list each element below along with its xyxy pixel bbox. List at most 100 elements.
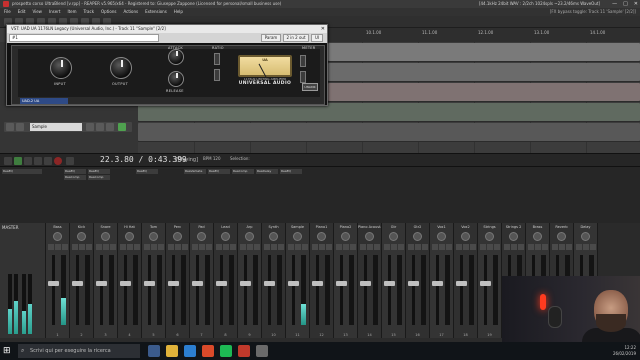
solo-button[interactable]	[559, 244, 565, 250]
fx-button[interactable]	[350, 244, 356, 250]
fx-button[interactable]	[230, 244, 236, 250]
pan-knob[interactable]	[173, 232, 182, 241]
fader-handle[interactable]	[192, 281, 203, 287]
fx-button[interactable]	[206, 244, 212, 250]
repeat-icon[interactable]	[66, 157, 74, 165]
attack-knob[interactable]	[168, 49, 184, 65]
pan-knob[interactable]	[581, 232, 590, 241]
pan-knob[interactable]	[389, 232, 398, 241]
channel-strip[interactable]: Vox2 18	[454, 223, 478, 338]
fx-slot[interactable]: ReaComp	[64, 175, 86, 180]
fader-track[interactable]	[436, 255, 439, 325]
fx-button[interactable]	[326, 244, 332, 250]
mute-button[interactable]	[144, 244, 150, 250]
pan-knob[interactable]	[317, 232, 326, 241]
channel-strip[interactable]: Tom 5	[142, 223, 166, 338]
fader-track[interactable]	[340, 255, 343, 325]
mute-solo-buttons[interactable]	[144, 244, 164, 250]
pan-knob[interactable]	[245, 232, 254, 241]
menu-extensions[interactable]: Extensions	[145, 8, 167, 16]
fx-button[interactable]	[158, 244, 164, 250]
fader-track[interactable]	[484, 255, 487, 325]
channel-strip[interactable]: Kick 2	[70, 223, 94, 338]
pan-knob[interactable]	[557, 232, 566, 241]
ratio-switch[interactable]	[214, 53, 220, 65]
fx-button[interactable]	[566, 244, 572, 250]
fader-track[interactable]	[100, 255, 103, 325]
menu-file[interactable]: File	[4, 8, 11, 16]
param-button[interactable]: Param	[261, 34, 281, 42]
fader-handle[interactable]	[96, 281, 107, 287]
mute-solo-buttons[interactable]	[408, 244, 428, 250]
mute-solo-buttons[interactable]	[168, 244, 188, 250]
menu-edit[interactable]: Edit	[18, 8, 26, 16]
solo-button[interactable]	[55, 244, 61, 250]
meter-switch[interactable]	[300, 55, 306, 67]
solo-button[interactable]	[367, 244, 373, 250]
mute-button[interactable]	[408, 244, 414, 250]
ratio-switch[interactable]	[214, 69, 220, 81]
mute-button[interactable]	[72, 244, 78, 250]
bpm-display[interactable]: BPM 120	[203, 156, 221, 161]
fader-handle[interactable]	[240, 281, 251, 287]
fader-handle[interactable]	[360, 281, 371, 287]
fader-handle[interactable]	[288, 281, 299, 287]
fx-slot[interactable]: ReaDelay	[256, 169, 278, 174]
media-item[interactable]	[328, 63, 640, 81]
media-item[interactable]	[328, 83, 640, 101]
fader-handle[interactable]	[336, 281, 347, 287]
plugin-title-bar[interactable]: VST: UAD UA 1176LN Legacy (Universal Aud…	[7, 25, 327, 33]
fx-button[interactable]	[446, 244, 452, 250]
mute-solo-buttons[interactable]	[192, 244, 212, 250]
media-item[interactable]	[328, 43, 640, 61]
mute-button[interactable]	[86, 123, 94, 131]
pan-knob[interactable]	[365, 232, 374, 241]
mute-solo-buttons[interactable]	[240, 244, 260, 250]
mute-button[interactable]	[288, 244, 294, 250]
pan-knob[interactable]	[293, 232, 302, 241]
fx-button[interactable]	[134, 244, 140, 250]
channel-strip[interactable]: Pad 7	[190, 223, 214, 338]
fader-handle[interactable]	[216, 281, 227, 287]
channel-strip[interactable]: Gtr2 16	[406, 223, 430, 338]
fader-track[interactable]	[148, 255, 151, 325]
mute-solo-buttons[interactable]	[552, 244, 572, 250]
pan-knob[interactable]	[509, 232, 518, 241]
mute-button[interactable]	[576, 244, 582, 250]
mute-solo-buttons[interactable]	[120, 244, 140, 250]
fx-slot[interactable]: ReaEQ	[88, 169, 110, 174]
release-knob[interactable]	[168, 71, 184, 87]
menu-view[interactable]: View	[32, 8, 42, 16]
solo-button[interactable]	[343, 244, 349, 250]
fx-button[interactable]	[302, 244, 308, 250]
solo-button[interactable]	[199, 244, 205, 250]
solo-button[interactable]	[223, 244, 229, 250]
fx-button[interactable]	[118, 123, 126, 131]
fader-track[interactable]	[316, 255, 319, 325]
fx-button[interactable]	[470, 244, 476, 250]
play-icon[interactable]	[14, 157, 22, 165]
track-name[interactable]: Sample	[30, 123, 82, 131]
solo-button[interactable]	[487, 244, 493, 250]
channel-strip[interactable]: Piano Acoust. 14	[358, 223, 382, 338]
solo-button[interactable]	[295, 244, 301, 250]
mute-button[interactable]	[552, 244, 558, 250]
mute-button[interactable]	[432, 244, 438, 250]
fx-button[interactable]	[374, 244, 380, 250]
mute-button[interactable]	[384, 244, 390, 250]
channel-strip[interactable]: Piano1 12	[310, 223, 334, 338]
solo-button[interactable]	[271, 244, 277, 250]
fader-track[interactable]	[244, 255, 247, 325]
pan-knob[interactable]	[437, 232, 446, 241]
solo-button[interactable]	[127, 244, 133, 250]
fader-track[interactable]	[268, 255, 271, 325]
fx-button[interactable]	[182, 244, 188, 250]
mute-solo-buttons[interactable]	[504, 244, 524, 250]
mute-button[interactable]	[336, 244, 342, 250]
fx-button[interactable]	[62, 244, 68, 250]
edge-icon[interactable]	[184, 345, 196, 357]
channel-strip[interactable]: Bass 1	[46, 223, 70, 338]
mute-button[interactable]	[168, 244, 174, 250]
menu-options[interactable]: Options	[101, 8, 116, 16]
fader-handle[interactable]	[384, 281, 395, 287]
